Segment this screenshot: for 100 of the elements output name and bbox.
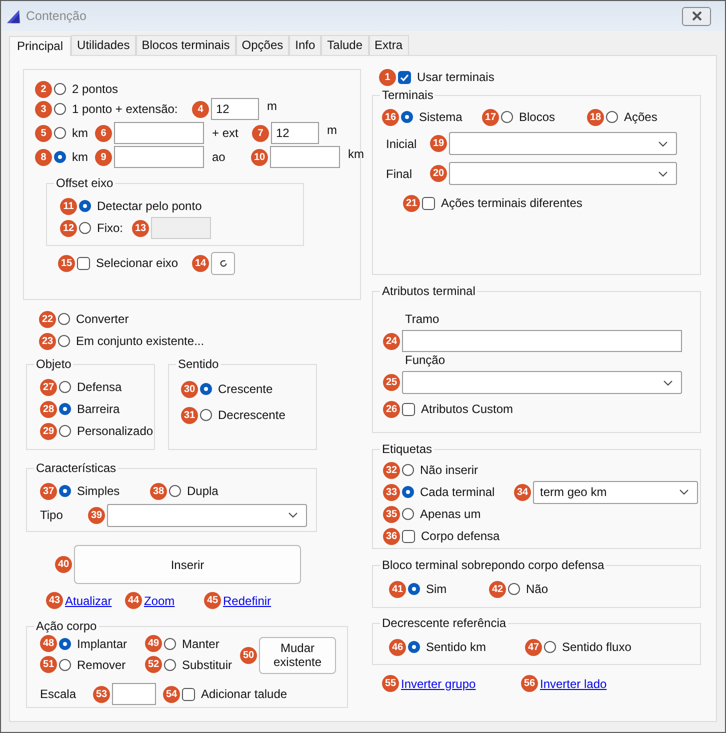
radio-button[interactable] [59,485,71,497]
group-title: Terminais [380,88,436,102]
number-badge: 25 [383,374,400,391]
radio-button[interactable] [508,583,520,595]
radio-button[interactable] [164,658,176,670]
tab[interactable]: Blocos terminais [136,35,236,55]
radio-button[interactable] [59,381,71,393]
number-badge: 42 [489,580,506,598]
radio-label: Dupla [187,484,218,498]
radio-button[interactable] [164,638,176,650]
group-title: Atributos terminal [380,284,478,298]
text-field[interactable]: 12 [271,122,319,144]
number-badge: 14 [192,254,209,272]
insert-button[interactable]: Inserir [74,545,301,584]
change-button[interactable]: Mudar existente [259,636,336,674]
number-badge: 56 [521,675,538,692]
dropdown[interactable] [449,132,677,155]
number-badge: 34 [514,484,531,500]
radio-button[interactable] [408,583,420,595]
number-badge: 18 [587,108,604,126]
link[interactable]: Atualizar [65,594,112,608]
radio-button[interactable] [501,111,513,123]
radio-button[interactable] [544,641,556,653]
tab[interactable]: Extra [368,35,409,55]
radio-button[interactable] [169,485,181,497]
number-badge: 19 [430,135,447,152]
radio-label: Substituir [182,658,232,672]
radio-label: Crescente [218,382,273,396]
field-label: Inicial [386,136,418,150]
radio-label: Remover [77,658,126,672]
tab[interactable]: Talude [321,35,369,55]
link[interactable]: Inverter lado [540,676,607,690]
checkbox-label: Corpo defensa [421,529,500,543]
radio-button[interactable] [402,486,414,498]
text-field[interactable] [112,683,156,705]
group-title: Sentido [176,357,221,371]
tab[interactable]: Info [289,35,322,55]
radio-label: Converter [76,312,129,326]
checkbox[interactable] [77,256,90,270]
number-badge: 32 [383,462,400,478]
tab[interactable]: Principal [9,36,72,56]
text-field[interactable]: 12 [211,98,259,120]
radio-label: Simples [77,484,120,498]
radio-button[interactable] [58,335,70,347]
link[interactable]: Inverter grupo [401,676,476,690]
dropdown[interactable] [449,162,677,185]
checkbox[interactable] [402,530,415,542]
radio-button[interactable] [408,641,420,653]
text-field[interactable] [114,122,204,144]
chevron-icon [679,489,689,495]
checkbox[interactable] [182,688,195,700]
dropdown[interactable]: term geo km [533,480,698,504]
radio-button[interactable] [606,111,618,123]
radio-label: Decrescente [218,408,286,422]
close-button[interactable] [682,6,711,26]
number-badge: 1 [379,68,396,86]
radio-button[interactable] [54,83,66,95]
text-field[interactable] [270,146,340,168]
radio-label: Sim [426,582,447,596]
radio-button[interactable] [54,127,66,139]
radio-button[interactable] [59,658,71,670]
number-badge: 6 [95,124,112,142]
radio-button[interactable] [54,103,66,115]
radio-button[interactable] [401,111,413,123]
checkbox[interactable] [398,70,411,84]
refresh-button[interactable] [211,252,235,274]
number-badge: 43 [46,592,63,609]
number-badge: 38 [150,482,167,500]
checkbox-label: Atributos Custom [421,402,514,416]
dropdown[interactable] [107,504,307,526]
number-badge: 17 [482,108,499,126]
tab[interactable]: Opções [236,35,290,55]
dropdown[interactable] [402,371,682,394]
radio-button[interactable] [200,383,212,395]
radio-button[interactable] [402,508,414,520]
number-badge: 20 [430,165,447,182]
checkbox[interactable] [402,402,415,416]
number-badge: 2 [35,80,52,98]
field-label: + ext [211,126,240,140]
radio-button[interactable] [200,409,212,421]
radio-button[interactable] [79,222,91,234]
radio-button[interactable] [79,200,91,212]
text-field[interactable] [114,146,204,168]
link[interactable]: Zoom [144,594,175,608]
checkbox[interactable] [422,196,435,210]
number-badge: 5 [35,124,52,142]
number-badge: 13 [132,220,149,236]
tab[interactable]: Utilidades [71,35,136,55]
radio-button[interactable] [59,638,71,650]
unit-label: m [327,123,337,137]
text-field[interactable] [402,330,682,352]
radio-button[interactable] [59,425,71,437]
link[interactable]: Redefinir [223,594,272,608]
number-badge: 26 [383,400,400,418]
radio-button[interactable] [54,151,66,163]
radio-button[interactable] [58,313,70,325]
radio-label: Implantar [77,636,128,650]
radio-button[interactable] [402,464,414,476]
group-title: Ação corpo [34,619,99,633]
radio-button[interactable] [59,403,71,415]
